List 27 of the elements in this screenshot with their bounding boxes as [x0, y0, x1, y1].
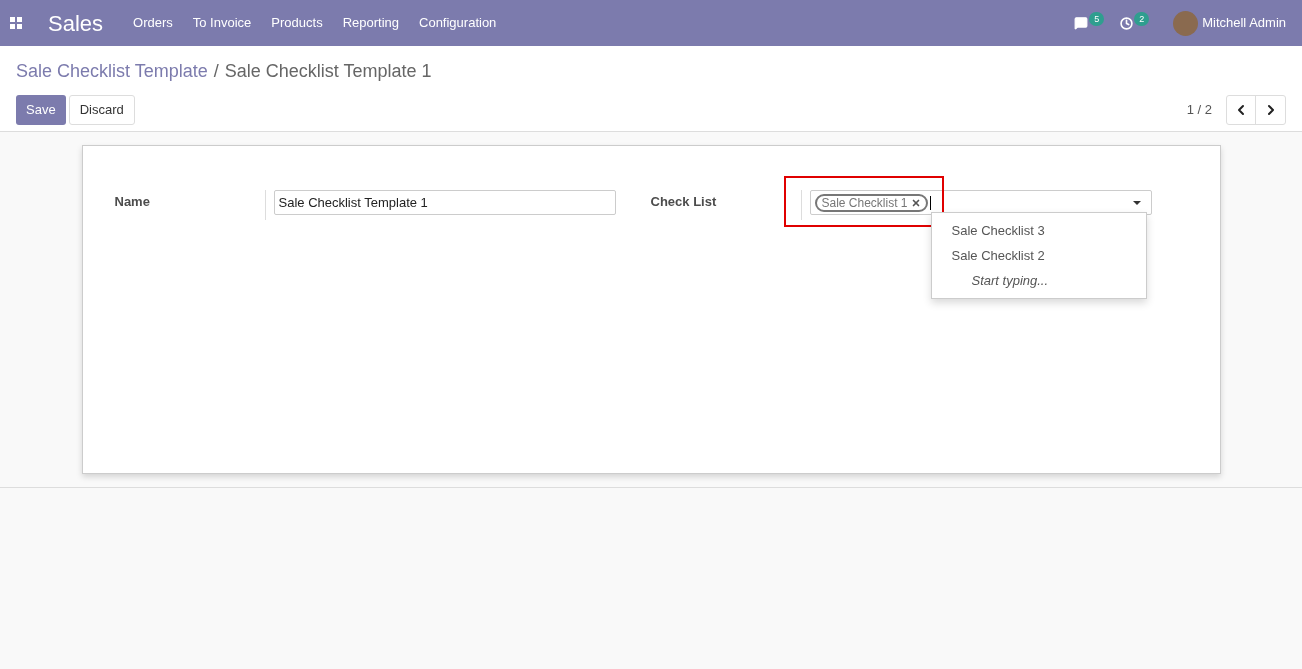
activity-count-badge: 2	[1134, 12, 1150, 26]
user-name[interactable]: Mitchell Admin	[1202, 13, 1286, 33]
dropdown-option[interactable]: Sale Checklist 3	[931, 218, 1146, 243]
app-title[interactable]: Sales	[48, 6, 104, 40]
activity-icon[interactable]	[1120, 16, 1134, 30]
chat-icon[interactable]	[1074, 16, 1089, 30]
menu-item[interactable]: Configuration	[409, 13, 507, 33]
breadcrumb-separator: /	[213, 60, 219, 83]
message-count-badge: 5	[1089, 12, 1105, 26]
pager-value: 1 / 2	[1186, 101, 1212, 120]
dropdown-hint: Start typing...	[970, 271, 1050, 290]
checklist-tag: Sale Checklist 1	[814, 193, 928, 212]
menu-item[interactable]: Orders	[123, 13, 183, 33]
remove-tag-icon[interactable]	[910, 197, 921, 208]
breadcrumb-current: Sale Checklist Template 1	[224, 60, 432, 83]
menu-item[interactable]: Products	[261, 13, 333, 33]
field-label: Check List	[650, 193, 718, 211]
breadcrumb-link[interactable]: Sale Checklist Template	[16, 58, 208, 85]
save-button[interactable]: Save	[16, 95, 66, 125]
name-input-field[interactable]: Sale Checklist Template 1	[273, 190, 616, 215]
dropdown-option[interactable]: Sale Checklist 2	[931, 243, 1146, 268]
menu-item[interactable]: Reporting	[332, 13, 409, 33]
discard-button[interactable]: Discard	[68, 95, 135, 125]
menu-item[interactable]: To Invoice	[182, 13, 262, 33]
field-label: Name	[114, 193, 151, 211]
apps-menu-icon[interactable]	[10, 17, 22, 29]
dropdown-caret-icon[interactable]	[1132, 200, 1141, 205]
